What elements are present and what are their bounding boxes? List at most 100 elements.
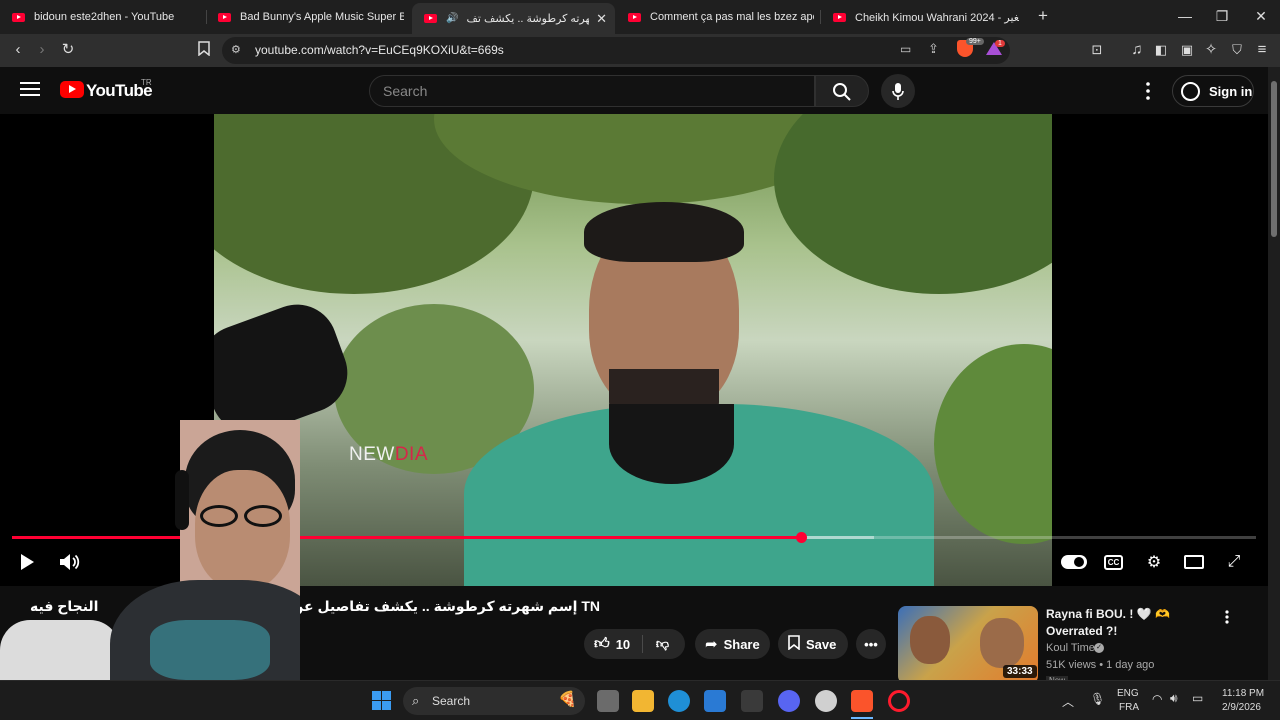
close-tab-icon[interactable]: ✕	[596, 11, 607, 27]
dislike-button[interactable]: 👎︎	[640, 629, 685, 659]
sign-in-button[interactable]: Sign in	[1172, 75, 1254, 107]
task-view-icon[interactable]	[597, 690, 619, 712]
headphones-icon	[175, 470, 189, 530]
tree-foliage	[934, 344, 1052, 544]
clock-date[interactable]: 2/9/2026	[1222, 702, 1261, 713]
share-button[interactable]: ➦ Share	[695, 629, 770, 659]
video-frame[interactable]: NEWDIA	[214, 114, 1052, 586]
youtube-logo-icon[interactable]	[60, 81, 84, 98]
browser-tab[interactable]: Bad Bunny's Apple Music Super Bowl	[206, 0, 404, 34]
reader-mode-icon[interactable]: ⊡	[1086, 41, 1108, 59]
fullscreen-icon[interactable]: ⤢	[1222, 550, 1246, 574]
search-icon	[833, 83, 851, 101]
media-music-icon[interactable]: ♫	[1126, 41, 1148, 59]
youtube-favicon-icon	[12, 12, 25, 22]
forward-arrow-icon[interactable]: ›	[31, 41, 53, 59]
windows-taskbar: ⌕ Search 🍕 ︿ 🎙︎ ENG FRA ◠ 🔊︎ ▭ 11:18 PM …	[0, 680, 1280, 720]
tree-foliage	[774, 114, 1052, 294]
recommended-channel[interactable]: Koul Time	[1046, 642, 1095, 654]
search-icon: ⌕	[412, 693, 420, 708]
speaker-icon[interactable]: 🔊	[446, 13, 458, 24]
browser-tab-active[interactable]: 🔊 إسم شهرته كرطوشة .. يكشف تف ✕	[412, 3, 615, 34]
sign-in-label: Sign in	[1209, 83, 1253, 99]
back-arrow-icon[interactable]: ‹	[7, 41, 29, 59]
browser-tab[interactable]: bidoun este2dhen - YouTube	[0, 0, 204, 34]
shirt-graphic	[150, 620, 270, 680]
interviewee-hair	[584, 202, 744, 262]
rewards-count-badge: 1	[995, 40, 1005, 47]
site-info-icon[interactable]: ⚙	[231, 43, 241, 56]
microsoft-store-icon[interactable]	[704, 690, 726, 712]
save-button[interactable]: Save	[778, 629, 848, 659]
sidebar-icon[interactable]: ◧	[1150, 41, 1172, 59]
taskbar-search-label: Search	[432, 694, 471, 708]
clock-time[interactable]: 11:18 PM	[1222, 688, 1264, 699]
bookmark-save-icon	[788, 634, 800, 654]
hamburger-menu-icon[interactable]	[20, 82, 40, 98]
recommended-menu-icon[interactable]	[1221, 609, 1233, 625]
search-input[interactable]	[383, 83, 783, 99]
wallet-icon[interactable]: ▣	[1176, 41, 1198, 59]
search-box	[369, 75, 815, 107]
tab-label: Bad Bunny's Apple Music Super Bowl	[240, 11, 404, 23]
bookmark-icon[interactable]	[193, 41, 215, 61]
language-bottom[interactable]: FRA	[1119, 702, 1139, 713]
subtitles-button[interactable]: CC	[1104, 555, 1123, 570]
opera-gx-icon[interactable]	[888, 690, 910, 712]
wifi-icon[interactable]: ◠	[1152, 692, 1162, 706]
file-explorer-icon[interactable]	[632, 690, 654, 712]
tab-label: Cheikh Kimou Wahrani 2024 - وصغير	[855, 11, 1019, 24]
edge-browser-icon[interactable]	[668, 690, 690, 712]
close-window-icon[interactable]: ✕	[1246, 8, 1276, 25]
new-tab-plus-icon[interactable]: +	[1033, 6, 1053, 26]
country-code: TR	[141, 78, 152, 87]
taskbar-search[interactable]: ⌕ Search 🍕	[403, 687, 585, 715]
url-text[interactable]: youtube.com/watch?v=EuCEq9KOXiU&t=669s	[255, 43, 504, 57]
menu-icon[interactable]: ≡	[1251, 41, 1273, 59]
cast-icon[interactable]: ▭	[900, 42, 911, 56]
microphone-icon	[892, 83, 904, 100]
microphone-icon[interactable]: 🎙︎	[1090, 692, 1105, 706]
app-icon[interactable]	[741, 690, 763, 712]
obs-icon[interactable]	[815, 690, 837, 712]
speaker-volume-icon[interactable]: 🔊︎	[1170, 691, 1178, 706]
recommended-title[interactable]: Rayna fi BOU. ! 🤍 🫶 Overrated ?!	[1046, 606, 1222, 640]
scrollbar-thumb[interactable]	[1271, 81, 1277, 237]
youtube-favicon-icon	[628, 12, 641, 22]
search-button[interactable]	[815, 75, 869, 107]
like-button[interactable]: 👍︎ 10	[584, 629, 638, 659]
settings-kebab-icon[interactable]	[1141, 81, 1155, 101]
language-top[interactable]: ENG	[1117, 688, 1139, 699]
browser-tab-strip: bidoun este2dhen - YouTube Bad Bunny's A…	[0, 0, 1280, 34]
reload-icon[interactable]: ↻	[57, 41, 79, 59]
progress-scrubber-handle[interactable]	[795, 532, 807, 543]
discord-icon[interactable]	[778, 690, 800, 712]
pizza-search-highlight-icon: 🍕	[558, 691, 577, 708]
voice-search-button[interactable]	[881, 74, 915, 108]
share-label: Share	[723, 636, 760, 652]
youtube-header: YouTube TR Sign in	[0, 67, 1268, 114]
share-page-icon[interactable]: ⇪	[928, 41, 939, 57]
leo-ai-icon[interactable]: ✧	[1200, 41, 1222, 59]
vpn-shield-icon[interactable]: ⛉	[1226, 41, 1248, 59]
brave-browser-icon[interactable]	[851, 690, 873, 712]
browser-tab[interactable]: Comment ça pas mal les bzez apex ?	[616, 0, 814, 34]
restore-icon[interactable]: ❐	[1207, 8, 1237, 25]
more-actions-button[interactable]: •••	[856, 629, 886, 659]
active-app-indicator	[851, 717, 873, 719]
page-scrollbar[interactable]	[1268, 67, 1280, 680]
browser-toolbar: ‹ › ↻ ⚙ youtube.com/watch?v=EuCEq9KOXiU&…	[0, 34, 1280, 67]
address-bar[interactable]: ⚙ youtube.com/watch?v=EuCEq9KOXiU&t=669s…	[222, 37, 1010, 64]
jacket-collar	[609, 404, 734, 484]
browser-tab[interactable]: Cheikh Kimou Wahrani 2024 - وصغير	[821, 0, 1019, 34]
theater-mode-icon[interactable]	[1182, 550, 1206, 574]
tray-overflow-icon[interactable]: ︿	[1062, 693, 1074, 710]
windows-start-icon[interactable]	[372, 691, 391, 710]
battery-icon[interactable]: ▭	[1192, 691, 1203, 705]
verified-check-icon: ✓	[1094, 643, 1104, 653]
shields-count-badge: 99+	[966, 38, 984, 45]
autoplay-toggle[interactable]	[1061, 555, 1087, 569]
minimize-icon[interactable]: —	[1170, 8, 1200, 24]
settings-gear-icon[interactable]: ⚙	[1142, 550, 1166, 574]
glasses-lens	[200, 505, 238, 527]
